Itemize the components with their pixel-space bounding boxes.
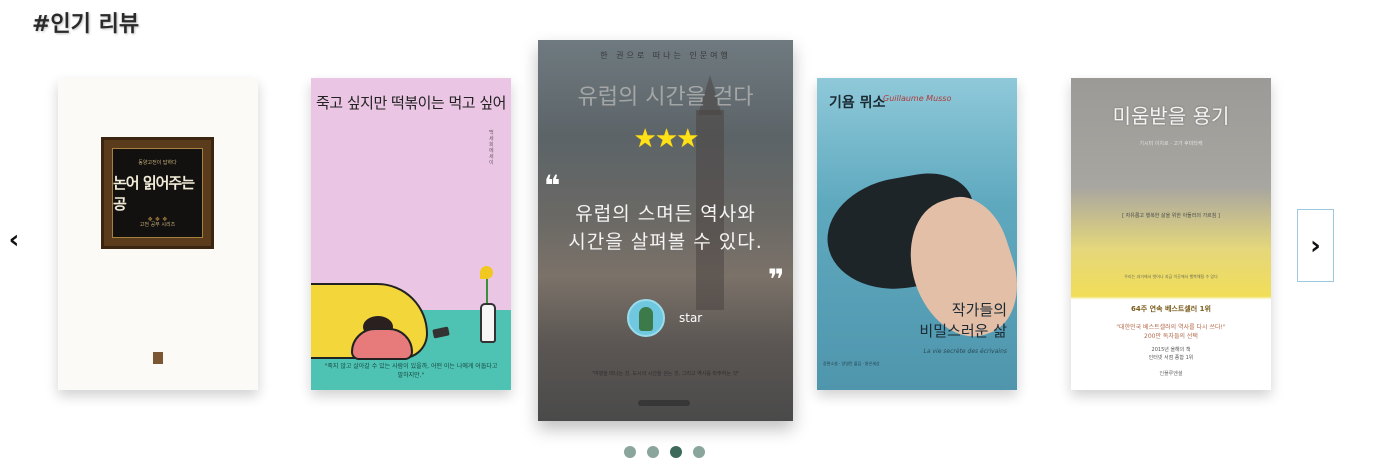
book-award: 2015년 올해의 책 [1151,347,1191,353]
book-author: 기시미 이치로 · 고가 후미타케 [1139,141,1203,147]
book-title-en: La vie secrète des écrivains [923,348,1007,355]
book-title-line: 작가들의 [951,301,1007,319]
avatar-figure [639,307,653,331]
book-top-text: 한 권으로 떠나는 인문여행 [600,51,731,60]
book-blurb: "대한민국 베스트셀러의 역사를 다시 쓰다!" [1116,324,1226,331]
book-title: 미움받을 용기 [1112,104,1230,128]
carousel-dot-1[interactable] [624,446,636,458]
book-author: 백세희 에세이 [489,130,494,166]
bestseller-badge: 64주 연속 베스트셀러 1위 [1131,305,1211,313]
prev-arrow-button[interactable]: ‹ [0,222,28,258]
book-tagline: 우리는 과거에서 벗어나 지금 이곳에서 행복해질 수 있다 [1124,274,1218,279]
flower-icon [480,266,493,279]
book-bottom-text: "여행을 떠나는 것, 도시의 시간을 걷는 것, 그리고 역사를 마주하는 것… [591,371,740,377]
book-blurb: 200만 독자들의 선택 [1144,333,1198,340]
book-card-4[interactable]: 기욤 뮈소 Guillaume Musso 작가들의 비밀스러운 삶 La vi… [817,78,1017,390]
book-series: 동양고전이 답하다 [138,159,177,166]
book-author: 기욤 뮈소 [829,95,886,111]
book-card-2[interactable]: 죽고 싶지만 떡볶이는 먹고 싶어 백세희 에세이 "죽지 않고 살아갈 수 있… [311,78,511,390]
quote-close-icon: ❞ [768,263,785,296]
book-title-line: 비밀스러운 삶 [919,322,1007,340]
chevron-left-icon: ‹ [8,225,20,255]
book-card-5[interactable]: 미움받을 용기 기시미 이치로 · 고가 후미타케 [ 자유롭고 행복한 삶을 … [1071,78,1271,390]
book-title: 작가들의 비밀스러운 삶 [919,300,1007,342]
rating-stars: ★★★ [633,124,700,154]
review-line: 시간을 살펴볼 수 있다. [568,231,763,253]
publisher-logo [638,400,690,406]
book-card-1[interactable]: 동양고전이 답하다 논어 읽어주는 공 고전 공부 시리즈 ❖ ❖ ❖ [58,78,258,390]
avatar[interactable] [627,299,665,337]
next-arrow-button[interactable]: › [1297,209,1334,282]
section-title: #인기 리뷰 [32,12,140,37]
carousel-pagination [624,446,705,458]
carousel-dot-2[interactable] [647,446,659,458]
publisher-name: 인플루엔셜 [1159,371,1183,377]
publisher-logo [153,352,163,364]
flower-stem [486,276,488,306]
ornament-icon: ❖ ❖ ❖ [147,216,168,223]
carousel-dot-3[interactable] [670,446,682,458]
quote-open-icon: ❝ [544,169,561,202]
vase-icon [480,303,496,343]
carousel-dot-4[interactable] [693,446,705,458]
book-award: 인터넷 서점 종합 1위 [1148,355,1194,361]
book-note: 장편소설 · 양영란 옮김 · 밝은세상 [823,361,880,366]
book-title: 유럽의 시간을 걷다 [577,85,754,110]
review-text: 유럽의 스며든 역사와 시간을 살펴볼 수 있다. [538,200,793,256]
book-author-en: Guillaume Musso [883,94,952,103]
review-line: 유럽의 스며든 역사와 [575,203,756,225]
chevron-right-icon: › [1310,230,1321,261]
book-quote: "죽지 않고 살아갈 수 있는 사람이 있을까, 어떤 이는 나에게 어둡다고 … [324,363,498,379]
book-title: 논어 읽어주는 공 [113,173,195,213]
cover-illustration-girl [351,328,413,360]
reviewer-name[interactable]: star [679,311,702,325]
book-cover-art: 동양고전이 답하다 논어 읽어주는 공 고전 공부 시리즈 ❖ ❖ ❖ [101,137,214,249]
book-title: 죽고 싶지만 떡볶이는 먹고 싶어 [316,94,506,112]
book-card-3-active[interactable]: 한 권으로 떠나는 인문여행 유럽의 시간을 걷다 ★★★ ❝ 유럽의 스며든 … [538,40,793,421]
book-band: [ 자유롭고 행복한 삶을 위한 아들러의 가르침 ] [1122,213,1220,219]
